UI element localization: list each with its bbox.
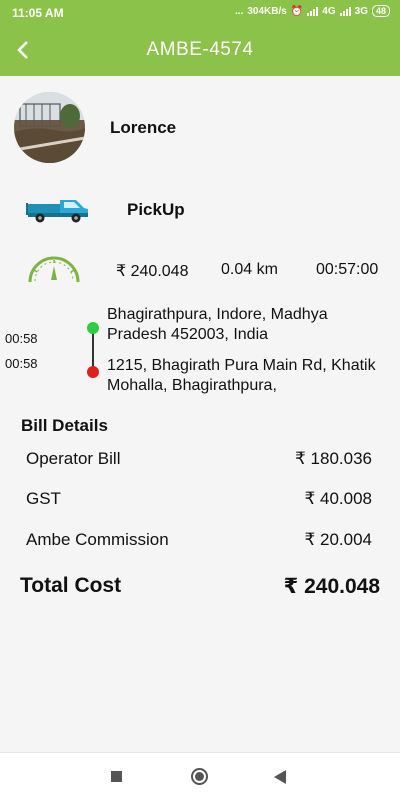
app-bar: AMBE-4574 bbox=[0, 26, 400, 76]
bill-details-heading: Bill Details bbox=[21, 416, 108, 435]
pickup-truck-icon bbox=[26, 194, 90, 224]
bill-item-label: Ambe Commission bbox=[26, 530, 169, 549]
alarm-icon: ⏰ bbox=[290, 5, 304, 17]
driver-photo-icon bbox=[14, 92, 85, 163]
bill-item-amount: ₹ 20.004 bbox=[304, 530, 372, 549]
network-type-1: 4G bbox=[322, 5, 336, 17]
pickup-address: Bhagirathpura, Indore, Madhya Pradesh 45… bbox=[107, 306, 328, 343]
total-cost-label: Total Cost bbox=[20, 574, 122, 597]
network-speed: 304KB/s bbox=[247, 5, 287, 17]
drop-time: 00:58 bbox=[5, 356, 38, 371]
system-nav-bar bbox=[0, 752, 400, 800]
bill-item-amount: ₹ 180.036 bbox=[295, 449, 372, 468]
avatar bbox=[14, 92, 85, 163]
total-cost-amount: ₹ 240.048 bbox=[283, 575, 380, 598]
status-indicators: ... 304KB/s ⏰ 4G 3G 48 bbox=[235, 5, 390, 17]
bill-item-label: Operator Bill bbox=[26, 449, 121, 468]
driver-name: Lorence bbox=[110, 118, 177, 137]
network-type-2: 3G bbox=[354, 5, 368, 17]
battery-icon: 48 bbox=[371, 5, 390, 17]
bill-item-amount: ₹ 40.008 bbox=[304, 489, 372, 508]
pickup-time: 00:58 bbox=[5, 331, 38, 346]
drop-marker-icon bbox=[87, 366, 99, 378]
status-time: 11:05 AM bbox=[12, 6, 64, 20]
back-triangle-icon[interactable] bbox=[274, 770, 286, 784]
notification-dots: ... bbox=[235, 5, 244, 17]
signal-icon-2 bbox=[339, 6, 351, 16]
trip-fare: ₹ 240.048 bbox=[116, 263, 189, 280]
recent-apps-square-icon[interactable] bbox=[111, 771, 122, 782]
bill-item-label: GST bbox=[26, 489, 61, 508]
trip-duration: 00:57:00 bbox=[316, 261, 379, 278]
status-bar: 11:05 AM ... 304KB/s ⏰ 4G 3G 48 bbox=[0, 0, 400, 26]
drop-address: 1215, Bhagirath Pura Main Rd, Khatik Moh… bbox=[107, 357, 376, 394]
home-circle-icon[interactable] bbox=[191, 768, 208, 785]
speedometer-icon bbox=[26, 254, 82, 284]
trip-distance: 0.04 km bbox=[221, 261, 278, 278]
pickup-marker-icon bbox=[87, 322, 99, 334]
page-title: AMBE-4574 bbox=[146, 39, 254, 60]
vehicle-type: PickUp bbox=[127, 200, 185, 219]
signal-icon bbox=[307, 6, 319, 16]
